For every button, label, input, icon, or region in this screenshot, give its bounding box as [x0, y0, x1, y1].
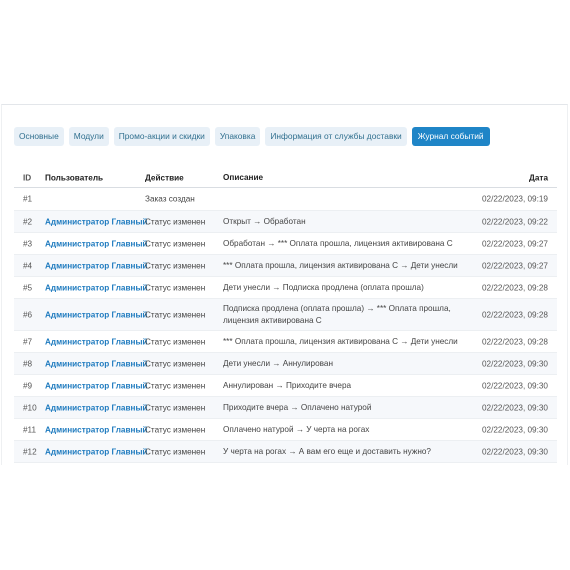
- row-id: #1: [23, 194, 33, 204]
- header-user: Пользователь: [45, 173, 104, 182]
- row-date: 02/22/2023, 09:27: [481, 261, 548, 270]
- row-id: #7: [23, 337, 33, 346]
- row-id: #2: [23, 217, 33, 226]
- row-id: #12: [23, 447, 37, 456]
- table-body: #1 Заказ создан 02/22/2023, 09:19 #2 Админис…: [14, 188, 557, 463]
- row-id: #3: [23, 239, 33, 248]
- event-log-table: ID Пользователь Действие Описание Дата #…: [14, 168, 557, 463]
- row-date: 02/22/2023, 09:30: [481, 447, 548, 456]
- row-id: #6: [23, 310, 33, 319]
- table-row: #2 Администратор Главный Статус изменен Отк…: [14, 211, 557, 233]
- row-description: Подписка продлена (оплата прошла) → *** …: [223, 303, 451, 325]
- row-id: #4: [23, 261, 33, 270]
- table-row: #4 Администратор Главный Статус изменен ***…: [14, 255, 557, 277]
- row-description: Приходите вчера → Оплачено натурой: [223, 402, 372, 412]
- row-description: Дети унесли → Подписка продлена (оплата …: [223, 282, 424, 292]
- row-description: Оплачено натурой → У черта на рогах: [223, 424, 370, 434]
- row-id: #10: [23, 403, 37, 412]
- header-date: Дата: [529, 173, 548, 182]
- row-action: Статус изменен: [145, 359, 206, 368]
- row-date: 02/22/2023, 09:30: [481, 425, 548, 434]
- row-description: Дети унесли → Аннулирован: [223, 358, 333, 368]
- table-row: #11 Администратор Главный Статус изменен Оп…: [14, 419, 557, 441]
- row-date: 02/22/2023, 09:30: [481, 403, 548, 412]
- row-description: *** Оплата прошла, лицензия активирована…: [223, 260, 458, 270]
- row-date: 02/22/2023, 09:30: [481, 359, 548, 368]
- row-user-link[interactable]: Администратор Главный: [45, 359, 147, 368]
- table-row: #3 Администратор Главный Статус изменен Обр…: [14, 233, 557, 255]
- row-user-link[interactable]: Администратор Главный: [45, 447, 147, 456]
- row-id: #8: [23, 359, 33, 368]
- table-header: ID Пользователь Действие Описание Дата: [14, 168, 557, 188]
- row-description: Аннулирован → Приходите вчера: [223, 380, 352, 390]
- tab-general[interactable]: Основные: [14, 127, 64, 146]
- row-user-link[interactable]: Администратор Главный: [45, 403, 147, 412]
- row-action: Статус изменен: [145, 217, 206, 226]
- table-row: #12 Администратор Главный Статус изменен У …: [14, 441, 557, 463]
- table-row: #7 Администратор Главный Статус изменен ***…: [14, 331, 557, 353]
- row-user-link[interactable]: Администратор Главный: [45, 310, 147, 319]
- table-row: #8 Администратор Главный Статус изменен Дет…: [14, 353, 557, 375]
- row-action: Статус изменен: [145, 447, 206, 456]
- row-action: Статус изменен: [145, 283, 206, 292]
- row-description: У черта на рогах → А вам его еще и доста…: [223, 446, 431, 456]
- row-action: Статус изменен: [145, 403, 206, 412]
- row-user-link[interactable]: Администратор Главный: [45, 425, 147, 434]
- row-action: Статус изменен: [145, 425, 206, 434]
- row-action: Заказ создан: [145, 194, 195, 204]
- row-user-link[interactable]: Администратор Главный: [45, 261, 147, 270]
- row-id: #9: [23, 381, 33, 390]
- row-id: #11: [23, 425, 37, 434]
- row-user-link[interactable]: Администратор Главный: [45, 217, 147, 226]
- tab-modules[interactable]: Модули: [68, 127, 109, 146]
- row-action: Статус изменен: [145, 337, 206, 346]
- table-row: #5 Администратор Главный Статус изменен Дет…: [14, 277, 557, 299]
- row-date: 02/22/2023, 09:28: [481, 337, 548, 346]
- row-date: 02/22/2023, 09:22: [481, 217, 548, 226]
- row-action: Статус изменен: [145, 381, 206, 390]
- table-row: #1 Заказ создан 02/22/2023, 09:19: [14, 188, 557, 211]
- row-action: Статус изменен: [145, 310, 206, 319]
- tab-bar: Основные Модули Промо-акции и скидки Упа…: [14, 127, 490, 146]
- table-row: #6 Администратор Главный Статус изменен Под…: [14, 299, 557, 331]
- row-date: 02/22/2023, 09:19: [481, 194, 548, 204]
- table-row: #10 Администратор Главный Статус изменен Пр…: [14, 397, 557, 419]
- row-id: #5: [23, 283, 33, 292]
- header-description: Описание: [223, 172, 264, 182]
- header-action: Действие: [145, 173, 184, 182]
- row-date: 02/22/2023, 09:30: [481, 381, 548, 390]
- row-date: 02/22/2023, 09:27: [481, 239, 548, 248]
- tab-promotions[interactable]: Промо-акции и скидки: [113, 127, 210, 146]
- row-user-link[interactable]: Администратор Главный: [45, 239, 147, 248]
- row-description: *** Оплата прошла, лицензия активирована…: [223, 336, 458, 346]
- row-user-link[interactable]: Администратор Главный: [45, 283, 147, 292]
- row-user-link[interactable]: Администратор Главный: [45, 337, 147, 346]
- tab-delivery-info[interactable]: Информация от службы доставки: [265, 127, 407, 146]
- row-action: Статус изменен: [145, 239, 206, 248]
- row-user-link[interactable]: Администратор Главный: [45, 381, 147, 390]
- order-panel: Основные Модули Промо-акции и скидки Упа…: [1, 104, 568, 465]
- row-description: Обработан → *** Оплата прошла, лицензия …: [223, 238, 453, 248]
- table-row: #9 Администратор Главный Статус изменен Анн…: [14, 375, 557, 397]
- row-date: 02/22/2023, 09:28: [481, 310, 548, 319]
- row-action: Статус изменен: [145, 261, 206, 270]
- tab-event-log[interactable]: Журнал событий: [411, 127, 490, 146]
- row-date: 02/22/2023, 09:28: [481, 283, 548, 292]
- row-description: Открыт → Обработан: [223, 216, 306, 226]
- header-id: ID: [23, 173, 32, 182]
- tab-packaging[interactable]: Упаковка: [214, 127, 261, 146]
